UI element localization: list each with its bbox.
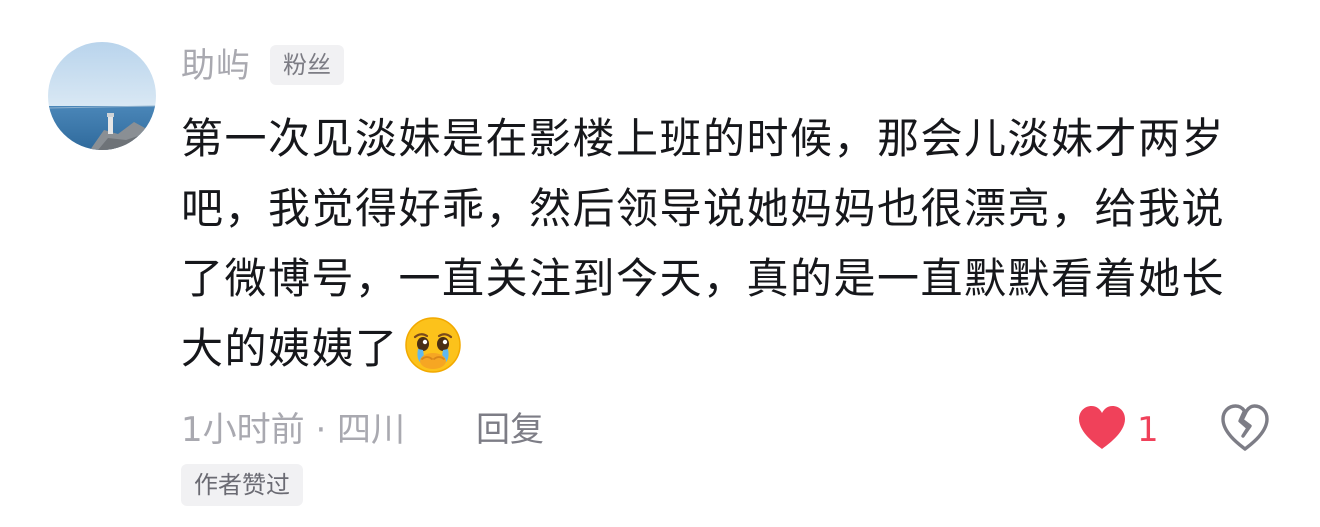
- broken-heart-icon: [1220, 404, 1270, 456]
- fan-badge: 粉丝: [270, 45, 344, 85]
- avatar[interactable]: [48, 42, 156, 150]
- comment-text: 第一次见淡妹是在影楼上班的时候，那会儿淡妹才两岁吧，我觉得好乖，然后领导说她妈妈…: [181, 114, 1226, 373]
- heart-filled-icon: [1077, 405, 1127, 455]
- timestamp-location: 1小时前 · 四川: [181, 410, 406, 450]
- dislike-button[interactable]: [1220, 404, 1270, 452]
- reply-button[interactable]: 回复: [476, 404, 544, 456]
- username[interactable]: 助屿: [181, 44, 251, 88]
- author-liked-badge: 作者赞过: [181, 464, 303, 506]
- like-count: 1: [1137, 410, 1159, 450]
- like-button[interactable]: 1: [1077, 405, 1159, 455]
- crying-face-emoji-icon: [403, 315, 463, 375]
- comment-text-block: 第一次见淡妹是在影楼上班的时候，那会儿淡妹才两岁吧，我觉得好乖，然后领导说她妈妈…: [181, 104, 1251, 384]
